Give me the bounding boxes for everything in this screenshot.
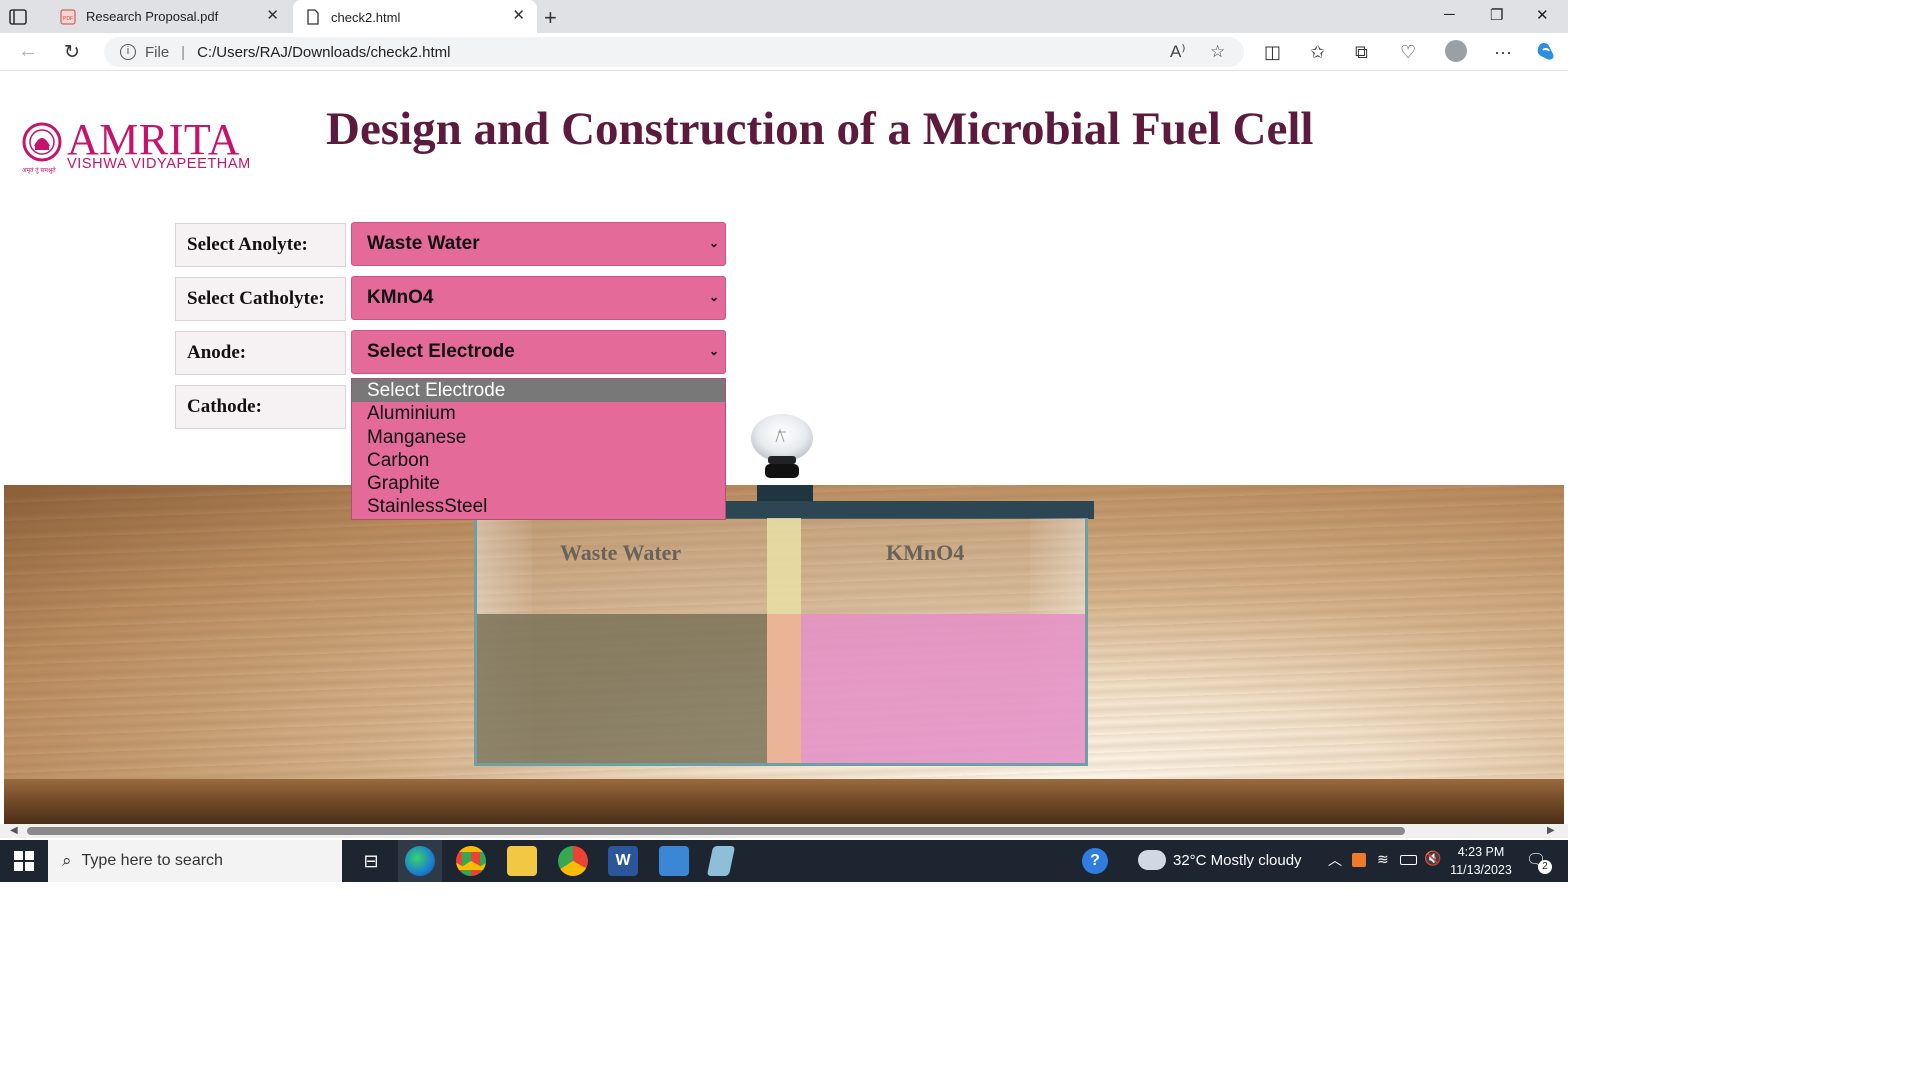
word-icon[interactable]: W xyxy=(608,846,638,876)
tray-app-icon[interactable] xyxy=(1352,853,1366,867)
light-bulb-icon xyxy=(751,414,813,502)
battery-icon[interactable] xyxy=(1400,855,1417,865)
windows-taskbar: ⌕ Type here to search ⊟ W ? 32°C Mostly … xyxy=(0,840,1568,882)
tab-actions-icon[interactable] xyxy=(8,7,28,27)
browser-toolbar: ← ↻ i File | C:/Users/RAJ/Downloads/chec… xyxy=(0,33,1568,71)
search-icon: ⌕ xyxy=(62,851,72,870)
file-explorer-icon[interactable] xyxy=(507,846,537,876)
restore-button[interactable]: ❐ xyxy=(1490,6,1503,24)
new-tab-button[interactable]: + xyxy=(544,5,557,31)
dropdown-option[interactable]: Aluminium xyxy=(352,402,725,425)
catholyte-label: Select Catholyte: xyxy=(175,277,346,321)
favorite-star-icon[interactable]: ☆ xyxy=(1210,42,1225,62)
anolyte-select-value: Waste Water xyxy=(367,233,480,254)
pdf-icon: PDF xyxy=(60,9,76,24)
anode-select[interactable]: Select Electrode ⌄ xyxy=(351,330,726,374)
notification-count-badge: 2 xyxy=(1538,860,1552,874)
tab-title: Research Proposal.pdf xyxy=(86,9,219,24)
chevron-down-icon: ⌄ xyxy=(708,290,719,304)
scroll-left-icon[interactable]: ◀ xyxy=(10,824,18,838)
anolyte-liquid xyxy=(477,614,767,763)
anolyte-select[interactable]: Waste Water ⌄ xyxy=(351,222,726,266)
cathode-label: Cathode: xyxy=(175,385,346,429)
close-tab-icon[interactable]: ✕ xyxy=(266,8,279,24)
anode-label: Anode: xyxy=(175,331,346,375)
close-window-button[interactable]: ✕ xyxy=(1536,6,1549,24)
tab-title: check2.html xyxy=(331,9,401,25)
scrollbar-thumb[interactable] xyxy=(27,827,1405,835)
chrome-profile-icon[interactable] xyxy=(558,846,588,876)
volume-muted-icon[interactable]: 🔇 xyxy=(1424,850,1441,867)
browser-essentials-icon[interactable]: ♡ xyxy=(1400,42,1416,63)
catholyte-select[interactable]: KMnO4 ⌄ xyxy=(351,276,726,320)
scheme-label: File xyxy=(145,43,170,61)
show-hidden-icons-icon[interactable]: ︿ xyxy=(1328,850,1342,870)
url-text[interactable]: C:/Users/RAJ/Downloads/check2.html xyxy=(197,44,450,61)
collections-icon[interactable]: ⧉ xyxy=(1355,42,1368,63)
notepad-icon[interactable] xyxy=(706,846,736,876)
minimize-button[interactable]: ─ xyxy=(1444,6,1455,23)
browser-tab-bar: PDF Research Proposal.pdf ✕ check2.html … xyxy=(0,0,1568,34)
weather-text[interactable]: 32°C Mostly cloudy xyxy=(1173,852,1302,869)
fuel-cell-tank: Waste Water KMnO4 xyxy=(474,518,1088,766)
page-content: AMRITA VISHWA VIDYAPEETHAM अमृतं तुं समश… xyxy=(4,72,1564,824)
chevron-down-icon: ⌄ xyxy=(708,236,719,250)
page-title: Design and Construction of a Microbial F… xyxy=(326,103,1314,155)
edge-browser-icon[interactable] xyxy=(405,846,435,876)
task-view-icon[interactable]: ⊟ xyxy=(356,846,386,876)
more-menu-icon[interactable]: ··· xyxy=(1494,42,1512,63)
profile-avatar[interactable] xyxy=(1445,40,1467,62)
wifi-icon[interactable]: ≋ xyxy=(1377,851,1389,868)
chevron-down-icon: ⌄ xyxy=(708,344,719,358)
chrome-icon[interactable] xyxy=(456,846,486,876)
anolyte-chamber-label: Waste Water xyxy=(560,540,682,565)
photos-icon[interactable] xyxy=(659,846,689,876)
amrita-emblem-icon xyxy=(22,122,62,162)
dropdown-option[interactable]: Select Electrode xyxy=(352,379,725,403)
tank-lid xyxy=(724,501,1094,519)
catholyte-liquid xyxy=(801,614,1085,763)
tab-research-proposal[interactable]: PDF Research Proposal.pdf ✕ xyxy=(48,0,291,33)
salt-bridge-membrane-submerged xyxy=(767,614,801,763)
logo-tagline: अमृतं तुं समश्नुते xyxy=(22,168,56,174)
clock-time: 4:23 PM xyxy=(1457,845,1505,859)
amrita-logo: AMRITA VISHWA VIDYAPEETHAM अमृतं तुं समश… xyxy=(22,118,272,176)
clock-date: 11/13/2023 xyxy=(1450,863,1512,877)
anode-dropdown-list[interactable]: Select Electrode Aluminium Manganese Car… xyxy=(351,378,726,520)
taskbar-clock[interactable]: 4:23 PM 11/13/2023 xyxy=(1446,843,1516,879)
url-separator: | xyxy=(181,43,186,61)
address-bar[interactable]: i File | C:/Users/RAJ/Downloads/check2.h… xyxy=(104,37,1244,67)
svg-text:PDF: PDF xyxy=(63,16,73,22)
reload-button[interactable]: ↻ xyxy=(64,41,80,64)
search-placeholder: Type here to search xyxy=(81,852,223,869)
taskbar-search-box[interactable]: ⌕ Type here to search xyxy=(48,840,342,882)
scroll-right-icon[interactable]: ▶ xyxy=(1547,824,1555,838)
dropdown-option[interactable]: Carbon xyxy=(352,449,725,472)
help-icon[interactable]: ? xyxy=(1082,848,1108,874)
close-tab-icon[interactable]: ✕ xyxy=(512,8,525,24)
catholyte-chamber-label: KMnO4 xyxy=(886,540,965,565)
horizontal-scrollbar[interactable]: ◀ ▶ xyxy=(0,824,1568,838)
catholyte-select-value: KMnO4 xyxy=(367,287,434,308)
tab-check2[interactable]: check2.html ✕ xyxy=(293,0,537,34)
favorites-icon[interactable]: ✩ xyxy=(1310,42,1325,63)
back-button[interactable]: ← xyxy=(18,40,38,63)
file-icon xyxy=(307,9,319,25)
anode-select-value: Select Electrode xyxy=(367,341,515,362)
windows-start-icon[interactable] xyxy=(14,851,34,871)
logo-subtitle: VISHWA VIDYAPEETHAM xyxy=(67,156,251,172)
table-edge xyxy=(4,779,1564,824)
split-screen-icon[interactable]: ◫ xyxy=(1264,42,1281,63)
read-aloud-icon[interactable]: A⁾ xyxy=(1170,42,1186,62)
dropdown-option[interactable]: Manganese xyxy=(352,426,725,449)
copilot-icon[interactable] xyxy=(1534,40,1558,64)
anolyte-label: Select Anolyte: xyxy=(175,223,346,267)
info-icon[interactable]: i xyxy=(120,44,136,60)
dropdown-option[interactable]: Graphite xyxy=(352,472,725,495)
dropdown-option[interactable]: StainlessSteel xyxy=(352,495,725,518)
weather-cloud-icon[interactable] xyxy=(1138,850,1166,870)
